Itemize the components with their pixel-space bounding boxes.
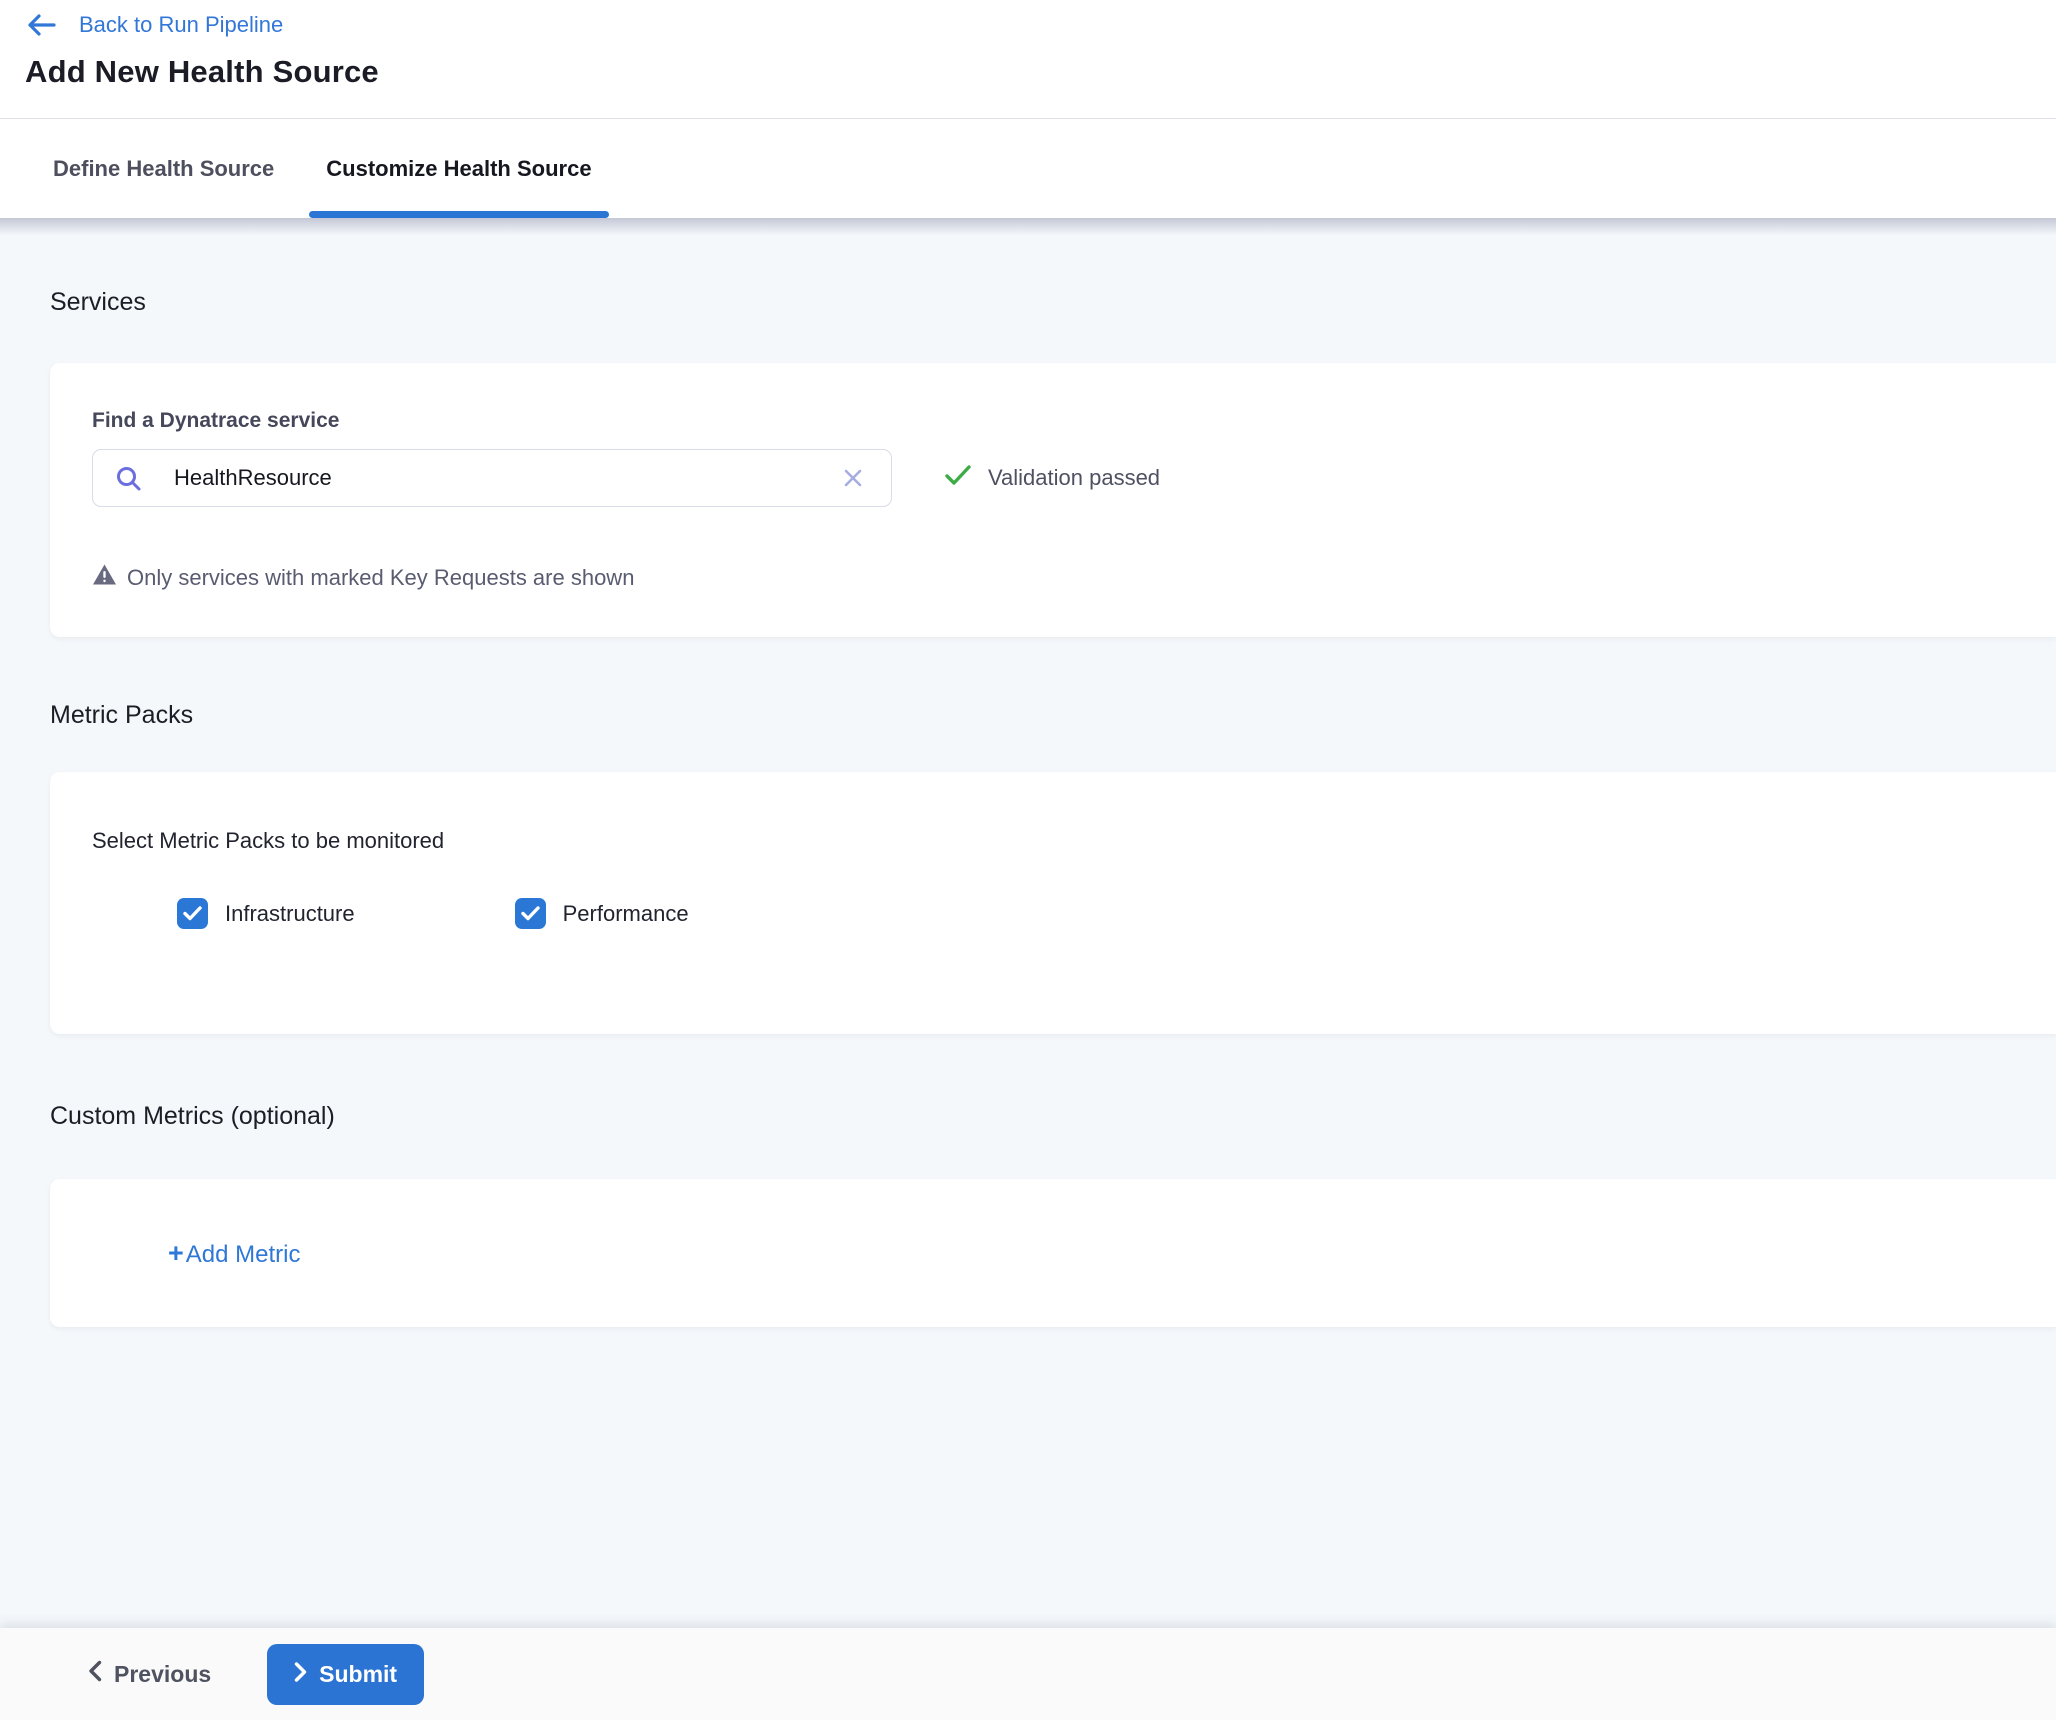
warning-label: Only services with marked Key Requests a…	[127, 565, 634, 591]
validation-label: Validation passed	[988, 465, 1160, 491]
validation-status: Validation passed	[944, 463, 1160, 493]
warning-icon	[92, 563, 117, 592]
metric-packs-card: Select Metric Packs to be monitored Infr…	[50, 772, 2056, 1034]
search-icon	[115, 465, 142, 492]
check-icon	[944, 463, 973, 493]
services-card: Find a Dynatrace service	[50, 363, 2056, 637]
plus-icon: +	[168, 1238, 184, 1269]
checkbox-infrastructure[interactable]: Infrastructure	[177, 898, 355, 929]
chevron-left-icon	[88, 1660, 102, 1688]
services-heading: Services	[50, 218, 2056, 317]
checked-checkbox-icon[interactable]	[177, 898, 208, 929]
back-link-label: Back to Run Pipeline	[79, 12, 283, 38]
active-tab-underline	[309, 211, 608, 218]
clear-search-icon[interactable]	[841, 466, 865, 490]
submit-button[interactable]: Submit	[267, 1644, 424, 1705]
tab-define-health-source[interactable]: Define Health Source	[36, 119, 291, 218]
customize-health-source-panel: Services Find a Dynatrace service	[0, 218, 2056, 1628]
back-arrow-icon	[25, 13, 57, 37]
submit-label: Submit	[319, 1661, 397, 1688]
metric-packs-heading: Metric Packs	[50, 701, 2056, 730]
custom-metrics-card: + Add Metric	[50, 1179, 2056, 1327]
tab-bar: Define Health Source Customize Health So…	[0, 119, 2056, 218]
footer-bar: Previous Submit	[0, 1628, 2056, 1720]
custom-metrics-heading: Custom Metrics (optional)	[50, 1102, 2056, 1131]
tab-label: Define Health Source	[53, 156, 274, 182]
checkbox-performance[interactable]: Performance	[515, 898, 689, 929]
page-header: Back to Run Pipeline Add New Health Sour…	[0, 0, 2056, 119]
checkbox-label: Performance	[563, 901, 689, 927]
services-warning: Only services with marked Key Requests a…	[92, 563, 2012, 592]
tab-customize-health-source[interactable]: Customize Health Source	[309, 119, 608, 218]
service-search-input[interactable]	[174, 465, 841, 491]
previous-label: Previous	[114, 1661, 211, 1688]
service-search-box	[92, 449, 892, 507]
checkbox-label: Infrastructure	[225, 901, 355, 927]
add-metric-button[interactable]: + Add Metric	[168, 1238, 300, 1269]
metric-packs-subtitle: Select Metric Packs to be monitored	[92, 828, 2012, 854]
chevron-right-icon	[294, 1661, 307, 1688]
checked-checkbox-icon[interactable]	[515, 898, 546, 929]
find-service-label: Find a Dynatrace service	[92, 409, 2012, 433]
tab-label: Customize Health Source	[326, 156, 591, 182]
page-title: Add New Health Source	[25, 54, 2056, 90]
add-metric-label: Add Metric	[186, 1241, 301, 1269]
previous-button[interactable]: Previous	[88, 1660, 211, 1688]
back-link[interactable]: Back to Run Pipeline	[25, 12, 283, 38]
